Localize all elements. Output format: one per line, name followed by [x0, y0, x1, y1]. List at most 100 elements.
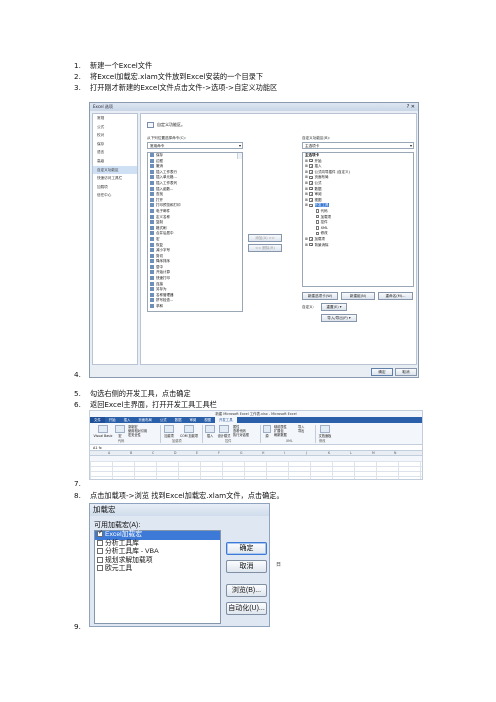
cancel-button[interactable]: 取消	[395, 368, 417, 376]
xml-options-right[interactable]: 导入 导出	[298, 425, 312, 433]
addin-item[interactable]: Excel加载宏	[95, 529, 220, 540]
column-header[interactable]: M	[372, 451, 375, 456]
cancel-button[interactable]: 取消	[226, 560, 267, 573]
document-panel-button[interactable]: 文档面板	[317, 425, 333, 438]
expand-icon[interactable]: ⊞	[305, 203, 308, 207]
tree-item[interactable]: ⊞ ✓ 背景消除	[303, 243, 413, 249]
scrollbar[interactable]	[237, 153, 242, 159]
column-header[interactable]: K	[328, 451, 330, 456]
control-options[interactable]: 属性 查看代码 执行对话框	[233, 425, 257, 437]
browse-button[interactable]: 浏览(B)...	[226, 584, 267, 597]
command-item[interactable]: 求和	[148, 304, 242, 310]
checkbox[interactable]	[315, 231, 320, 236]
expand-icon[interactable]: ⊞	[305, 192, 308, 196]
nav-item[interactable]: 保存	[93, 140, 137, 149]
checkbox[interactable]: ✓	[309, 181, 314, 185]
rename-button[interactable]: 重命名(M)...	[378, 292, 413, 300]
checkbox[interactable]	[97, 548, 103, 555]
macros-button[interactable]: 宏	[114, 425, 126, 438]
choose-commands-select[interactable]: 常用命令 ▾	[147, 142, 243, 149]
checkbox[interactable]: ✓	[309, 175, 314, 180]
checkbox[interactable]	[97, 565, 103, 572]
nav-item[interactable]: 语言	[93, 148, 137, 157]
commands-list[interactable]: 保存 边框 撤消 插入工作表行 插入单元格... 插入工作表列 插入函数... 查找 打开 打印预…	[147, 152, 243, 312]
checkbox[interactable]: ✓	[309, 164, 314, 168]
addin-item[interactable]: 欧元工具	[95, 565, 220, 574]
column-header[interactable]: N	[394, 451, 396, 456]
addins-list[interactable]: Excel加载宏分析工具库分析工具库 - VBA规划求解加载项欧元工具	[94, 529, 221, 624]
checkbox[interactable]: ✓	[309, 158, 314, 163]
expand-icon[interactable]: ⊞	[305, 164, 308, 168]
checkbox[interactable]	[315, 225, 320, 230]
expand-icon[interactable]: ⊞	[305, 243, 308, 247]
nav-item[interactable]: 高级	[93, 157, 137, 166]
checkbox[interactable]	[97, 556, 103, 563]
column-header[interactable]: H	[262, 451, 264, 456]
source-button[interactable]: 源	[262, 425, 272, 438]
checkbox[interactable]	[315, 209, 320, 213]
xml-options-left[interactable]: 映射属性 扩展包 刷新数据	[274, 425, 296, 437]
automation-button[interactable]: 自动化(U)...	[226, 602, 267, 615]
design-mode-button[interactable]: 设计模式	[217, 425, 231, 438]
checkbox[interactable]: ✓	[309, 186, 314, 191]
expand-icon[interactable]: ⊞	[305, 170, 308, 174]
checkbox[interactable]: ✓	[309, 197, 314, 202]
macro-options[interactable]: 录制宏 使用相对引用 宏安全性	[128, 425, 158, 437]
column-header[interactable]: C	[152, 451, 154, 456]
macro-security-button[interactable]: 宏安全性	[128, 433, 158, 437]
checkbox[interactable]	[315, 220, 320, 224]
expand-icon[interactable]: ⊞	[305, 181, 308, 185]
nav-item[interactable]: 自定义功能区	[93, 165, 137, 175]
nav-item[interactable]: 加载项	[93, 183, 137, 192]
close-icon[interactable]: ? ✕	[407, 103, 415, 111]
remove-button[interactable]: << 删除(R)	[248, 244, 282, 252]
nav-item[interactable]: 公式	[93, 123, 137, 132]
checkbox[interactable]: ✓	[309, 203, 314, 208]
checkbox[interactable]	[97, 539, 103, 546]
ok-button[interactable]: 确定	[371, 368, 393, 376]
column-header[interactable]: A	[108, 451, 110, 456]
expand-icon[interactable]: ⊞	[305, 159, 308, 163]
expand-icon[interactable]: ⊞	[305, 175, 308, 179]
ok-button[interactable]: 确定	[226, 542, 267, 555]
addin-item[interactable]: 分析工具库	[95, 539, 220, 549]
checkbox[interactable]: ✓	[309, 237, 314, 241]
run-dialog-button[interactable]: 执行对话框	[233, 433, 257, 437]
column-header[interactable]: B	[130, 451, 132, 456]
checkbox[interactable]	[315, 214, 320, 219]
visual-basic-button[interactable]: Visual Basic	[93, 425, 113, 438]
reset-button[interactable]: 重置(E) ▾	[321, 303, 347, 311]
column-header[interactable]: I	[284, 451, 285, 456]
new-group-button[interactable]: 新建组(N)	[341, 292, 375, 300]
com-addins-button[interactable]: COM 加载项	[178, 425, 200, 438]
add-button[interactable]: 添加(A) >>	[248, 234, 282, 242]
customize-ribbon-select[interactable]: 主选项卡 ▾	[302, 142, 414, 149]
addin-item[interactable]: 分析工具库 - VBA	[95, 548, 220, 557]
checkbox[interactable]: ✓	[309, 192, 314, 196]
nav-item[interactable]: 常规	[93, 114, 137, 123]
import-export-button[interactable]: 导入/导出(P) ▾	[321, 314, 357, 322]
checkbox[interactable]: ✓	[309, 242, 314, 247]
column-header[interactable]: D	[174, 451, 176, 456]
nav-item[interactable]: 快速访问工具栏	[93, 174, 137, 183]
column-header[interactable]: F	[218, 451, 220, 456]
expand-icon[interactable]: ⊞	[305, 237, 308, 241]
column-header[interactable]: J	[306, 451, 307, 456]
column-header[interactable]: E	[196, 451, 198, 456]
name-box[interactable]: A1	[93, 446, 97, 450]
refresh-data-button[interactable]: 刷新数据	[274, 433, 296, 437]
checkbox[interactable]: ✓	[309, 169, 314, 174]
expand-icon[interactable]: ⊞	[305, 187, 308, 191]
worksheet-grid[interactable]	[90, 461, 422, 479]
expand-icon[interactable]: ⊞	[305, 198, 308, 202]
checkbox[interactable]	[97, 529, 103, 538]
new-tab-button[interactable]: 新建选项卡(W)	[302, 292, 338, 300]
ribbon-tabs-tree[interactable]: 主选项卡 ⊞ ✓ 开始 ⊞ ✓ 插入 ⊞ ✓ 公式向导插件 (自定义) ⊞ ✓ 页面布局 ⊞ ✓ 公式 ⊞ ✓ 数据…	[302, 152, 414, 287]
nav-item[interactable]: 信任中心	[93, 191, 137, 200]
insert-control-button[interactable]: 插入	[204, 425, 216, 438]
nav-item[interactable]: 校对	[93, 131, 137, 140]
column-header[interactable]: L	[350, 451, 352, 456]
export-button[interactable]: 导出	[298, 429, 312, 433]
addins-button[interactable]: 加载项	[162, 425, 176, 438]
column-header[interactable]: G	[240, 451, 242, 456]
